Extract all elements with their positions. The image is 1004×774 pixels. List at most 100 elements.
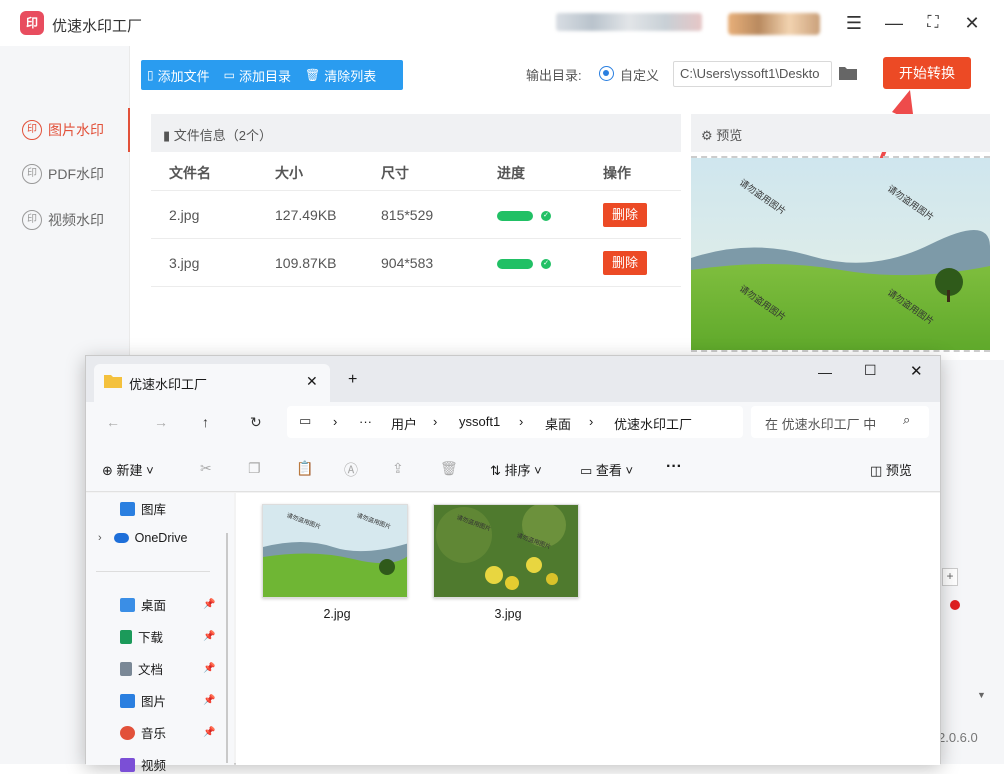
search-icon: ⌕ [903, 412, 911, 427]
chevron-icon: › [433, 414, 438, 429]
app-title: 优速水印工厂 [52, 18, 143, 35]
more-options-button[interactable]: ··· [666, 458, 682, 476]
maximize-button[interactable]: ⛶ [922, 12, 944, 34]
add-directory-button[interactable]: ▭ 添加目录 [224, 66, 291, 85]
sort-icon: ⇅ [490, 463, 505, 478]
close-button[interactable]: ✕ [910, 362, 923, 380]
custom-dir-radio[interactable] [599, 66, 614, 81]
breadcrumb-current[interactable]: 优速水印工厂 [614, 414, 692, 433]
progress-bar [497, 211, 533, 221]
nav-pictures[interactable]: 图片 [120, 691, 166, 710]
table-row: 3.jpg 109.87KB 904*583 ✓ 删除 [151, 239, 681, 287]
custom-dir-radio-label[interactable]: 自定义 [620, 65, 659, 84]
plus-icon[interactable]: + [942, 568, 958, 586]
delete-button[interactable]: 删除 [603, 251, 647, 275]
settings-panel-edge [940, 360, 1004, 764]
sort-button[interactable]: ⇅ 排序 ˅ [490, 460, 542, 479]
breadcrumb-users[interactable]: 用户 [391, 414, 417, 433]
search-input[interactable]: 在 优速水印工厂 中 [765, 414, 876, 433]
share-icon[interactable]: ⇪ [392, 460, 404, 477]
delete-icon[interactable]: 🗑 [440, 460, 458, 477]
file-name-label[interactable]: 2.jpg [297, 607, 377, 621]
explorer-command-bar: ⊕ 新建 ˅ ✂ ❐ 📋 Ⓐ ⇪ 🗑 ⇅ 排序 ˅ ▭ 查看 ˅ ··· ◫ 预… [86, 448, 940, 492]
minimize-button[interactable]: — [818, 364, 832, 380]
nav-scrollbar[interactable] [226, 533, 228, 763]
sort-label: 排序 [504, 463, 531, 478]
file-name-label[interactable]: 3.jpg [468, 607, 548, 621]
video-icon [120, 757, 135, 772]
rename-icon[interactable]: Ⓐ [344, 460, 358, 480]
address-bar[interactable]: ▭ › ··· 用户 › yssoft1 › 桌面 › 优速水印工厂 [287, 406, 743, 438]
breadcrumb-user[interactable]: yssoft1 [459, 414, 500, 429]
version-label: 2.0.6.0 [938, 730, 978, 745]
download-icon [120, 629, 132, 644]
scroll-down-icon[interactable]: ▼ [977, 690, 986, 700]
sidebar-item-video-watermark[interactable]: 印 视频水印 [0, 198, 130, 242]
nav-downloads[interactable]: 下载 [120, 627, 163, 646]
nav-label: 音乐 [141, 727, 167, 741]
file-icon: ▮ [163, 128, 174, 143]
app-logo: 印 [20, 11, 44, 35]
sidebar-item-pdf-watermark[interactable]: 印 PDF水印 [0, 152, 130, 196]
file-dimension: 904*583 [381, 255, 434, 271]
back-icon[interactable]: ← [106, 414, 120, 430]
more-path-icon[interactable]: ··· [359, 414, 372, 429]
explorer-tab[interactable]: 优速水印工厂 ✕ [94, 364, 330, 402]
delete-button[interactable]: 删除 [603, 203, 647, 227]
nav-onedrive[interactable]: › OneDrive [98, 531, 187, 545]
search-box[interactable]: 在 优速水印工厂 中 ⌕ [751, 406, 929, 438]
chevron-icon: › [519, 414, 524, 429]
clear-list-button[interactable]: 🗑 清除列表 [305, 66, 376, 85]
breadcrumb-desktop[interactable]: 桌面 [545, 414, 571, 433]
view-button[interactable]: ▭ 查看 ˅ [580, 460, 633, 479]
nav-videos[interactable]: 视频 [120, 755, 166, 774]
close-button[interactable]: ✕ [961, 12, 983, 34]
check-icon: ✓ [541, 211, 551, 221]
menu-icon[interactable]: ☰ [843, 12, 865, 34]
file-list-header: ▮ 文件信息（2个） [151, 114, 681, 152]
chevron-icon: › [333, 414, 338, 429]
folder-icon[interactable] [838, 64, 858, 82]
file-name: 3.jpg [169, 255, 200, 271]
preview-header: ⚙ 预览 [691, 114, 990, 152]
explorer-tab-title: 优速水印工厂 [129, 377, 208, 392]
start-convert-button[interactable]: 开始转换 [883, 57, 971, 89]
minimize-button[interactable]: — [883, 12, 905, 34]
file-thumbnail-2[interactable] [262, 504, 408, 598]
blurred-account-badge[interactable] [728, 13, 820, 35]
pin-icon[interactable]: 📌 [203, 599, 215, 610]
gallery-icon [120, 501, 135, 516]
copy-icon[interactable]: ❐ [248, 460, 261, 477]
new-tab-button[interactable]: + [348, 371, 357, 389]
sidebar-item-image-watermark[interactable]: 印 图片水印 [0, 108, 130, 152]
nav-desktop[interactable]: 桌面 [120, 595, 166, 614]
cloud-icon [113, 533, 129, 543]
pin-icon[interactable]: 📌 [203, 727, 215, 738]
music-icon [120, 725, 135, 740]
nav-documents[interactable]: 文档 [120, 659, 163, 678]
nav-music[interactable]: 音乐 [120, 723, 166, 742]
add-file-button[interactable]: ▯ 添加文件 [147, 66, 210, 85]
pin-icon[interactable]: 📌 [203, 663, 215, 674]
file-size: 109.87KB [275, 255, 337, 271]
up-icon[interactable]: ↑ [202, 414, 209, 430]
forward-icon[interactable]: → [154, 414, 168, 430]
maximize-button[interactable]: ☐ [864, 362, 877, 379]
file-toolbar: ▯ 添加文件 ▭ 添加目录 🗑 清除列表 [141, 60, 403, 90]
sidebar-item-label: 视频水印 [48, 212, 104, 228]
preview-image [691, 156, 990, 352]
file-thumbnail-3[interactable] [433, 504, 579, 598]
pin-icon[interactable]: 📌 [203, 631, 215, 642]
output-path-input[interactable]: C:\Users\yssoft1\Deskto [673, 61, 832, 87]
stamp-icon: 印 [22, 210, 42, 230]
close-tab-icon[interactable]: ✕ [306, 373, 318, 390]
refresh-icon[interactable]: ↻ [250, 414, 262, 431]
pin-icon[interactable]: 📌 [203, 695, 215, 706]
nav-gallery[interactable]: 图库 [120, 499, 166, 518]
paste-icon[interactable]: 📋 [296, 460, 313, 477]
new-button[interactable]: ⊕ 新建 ˅ [102, 460, 154, 479]
cut-icon[interactable]: ✂ [200, 460, 212, 477]
sidebar-item-label: PDF水印 [48, 166, 104, 182]
preview-pane-button[interactable]: ◫ 预览 [870, 460, 912, 479]
column-header-size: 大小 [275, 165, 303, 181]
